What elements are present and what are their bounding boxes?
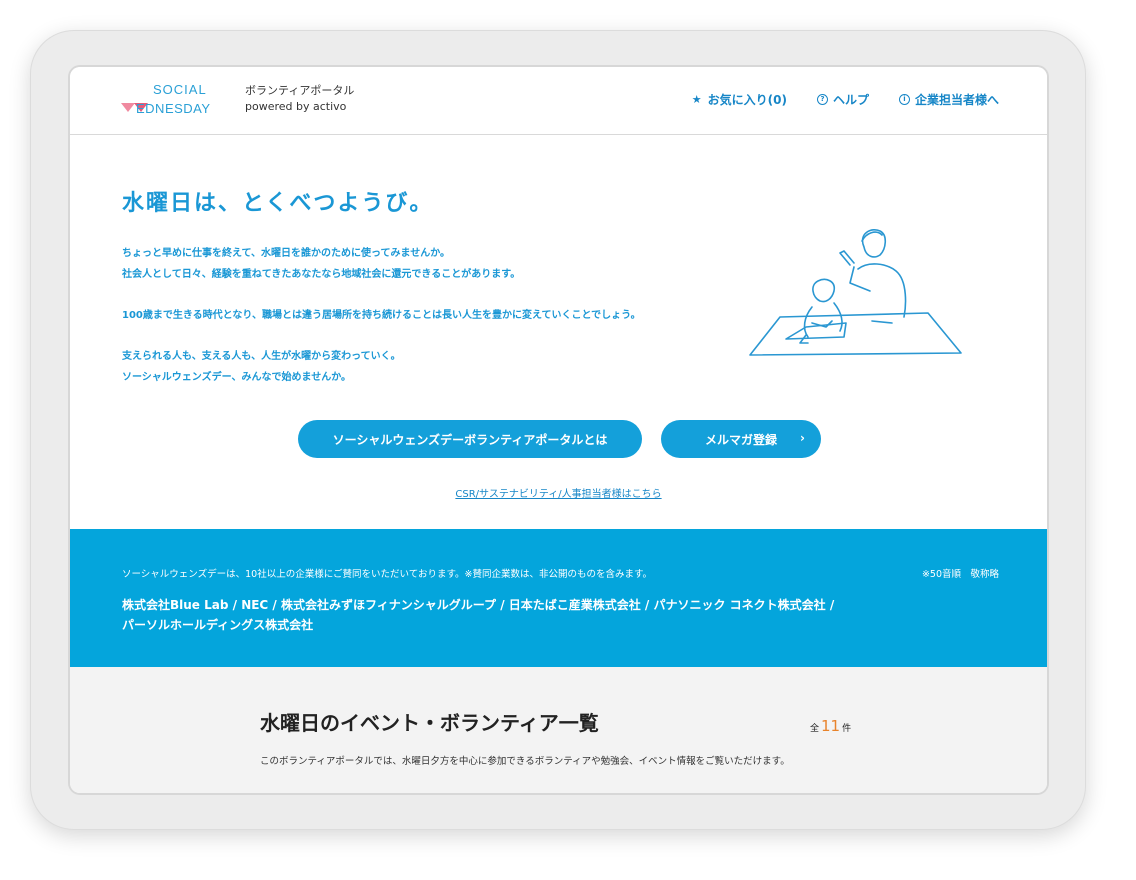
help-icon: ? [816, 94, 828, 105]
site-logo[interactable]: SOCIAL EDNESDAY [120, 81, 250, 121]
corporate-label: 企業担当者様へ [914, 93, 999, 107]
supporters-note: ソーシャルウェンズデーは、10社以上の企業様にご賛同をいただいております。※賛同… [122, 569, 653, 580]
sort-note: ※50音順 敬称略 [921, 569, 999, 580]
hero-line: ソーシャルウェンズデー、みんなで始めませんか。 [122, 372, 351, 383]
corporate-link[interactable]: i 企業担当者様へ [898, 91, 999, 108]
supporter-companies: 株式会社Blue Lab / NEC / 株式会社みずほフィナンシャルグループ … [122, 595, 942, 635]
supporters-band: ソーシャルウェンズデーは、10社以上の企業様にご賛同をいただいております。※賛同… [70, 529, 1047, 667]
info-icon: i [898, 94, 910, 105]
subtitle-portal: ボランティアポータル [245, 84, 355, 97]
help-link[interactable]: ? ヘルプ [816, 91, 869, 108]
star-icon: ★ [691, 93, 702, 106]
hero-title: 水曜日は、とくべつようび。 [122, 191, 434, 216]
site-subtitle: ボランティアポータル powered by activo [245, 83, 354, 115]
hero-illustration [749, 229, 962, 356]
header-nav: ★ お気に入り(0) ? ヘルプ i 企業担当者様へ [691, 91, 999, 108]
about-portal-label: ソーシャルウェンズデーボランティアポータルとは [332, 432, 608, 447]
hero-text: ちょっと早めに仕事を終えて、水曜日を誰かのために使ってみませんか。 社会人として… [122, 243, 641, 388]
help-label: ヘルプ [832, 93, 869, 107]
event-count: 全 11 件 [810, 717, 851, 735]
about-portal-button[interactable]: ソーシャルウェンズデーボランティアポータルとは [298, 420, 642, 458]
browser-screen: SOCIAL EDNESDAY ボランティアポータル powered by ac… [70, 67, 1047, 793]
companies-line: パーソルホールディングス株式会社 [122, 618, 314, 632]
count-suffix: 件 [842, 724, 852, 734]
subtitle-powered: powered by activo [245, 100, 347, 113]
hero-line: 100歳まで生きる時代となり、職場とは違う居場所を持ち続けることは長い人生を豊か… [122, 310, 641, 321]
chevron-right-icon: › [800, 431, 805, 445]
logo-text-social: SOCIAL [153, 82, 207, 97]
favorites-label: お気に入り(0) [707, 93, 787, 107]
event-list-section: 水曜日のイベント・ボランティア一覧 全 11 件 このボランティアポータルでは、水曜… [70, 667, 1047, 793]
companies-line: 株式会社Blue Lab / NEC / 株式会社みずほフィナンシャルグループ … [122, 598, 835, 612]
event-list-title: 水曜日のイベント・ボランティア一覧 [260, 711, 599, 735]
site-header: SOCIAL EDNESDAY ボランティアポータル powered by ac… [70, 67, 1047, 135]
event-list-description: このボランティアポータルでは、水曜日夕方を中心に参加できるボランティアや勉強会、… [260, 756, 790, 767]
logo-text-wednesday: EDNESDAY [136, 101, 211, 116]
hero-line: 支えられる人も、支える人も、人生が水曜から変わっていく。 [122, 351, 401, 362]
hero-line: ちょっと早めに仕事を終えて、水曜日を誰かのために使ってみませんか。 [122, 248, 450, 259]
hero-line: 社会人として日々、経験を重ねてきたあなたなら地域社会に還元できることがあります。 [122, 269, 521, 280]
newsletter-signup-button[interactable]: メルマガ登録 › [661, 420, 821, 458]
count-number: 11 [821, 717, 841, 735]
newsletter-signup-label: メルマガ登録 [704, 432, 777, 447]
favorites-link[interactable]: ★ お気に入り(0) [691, 91, 787, 108]
csr-hr-link[interactable]: CSR/サステナビリティ/人事担当者様はこちら [70, 485, 1047, 500]
count-prefix: 全 [810, 724, 820, 734]
